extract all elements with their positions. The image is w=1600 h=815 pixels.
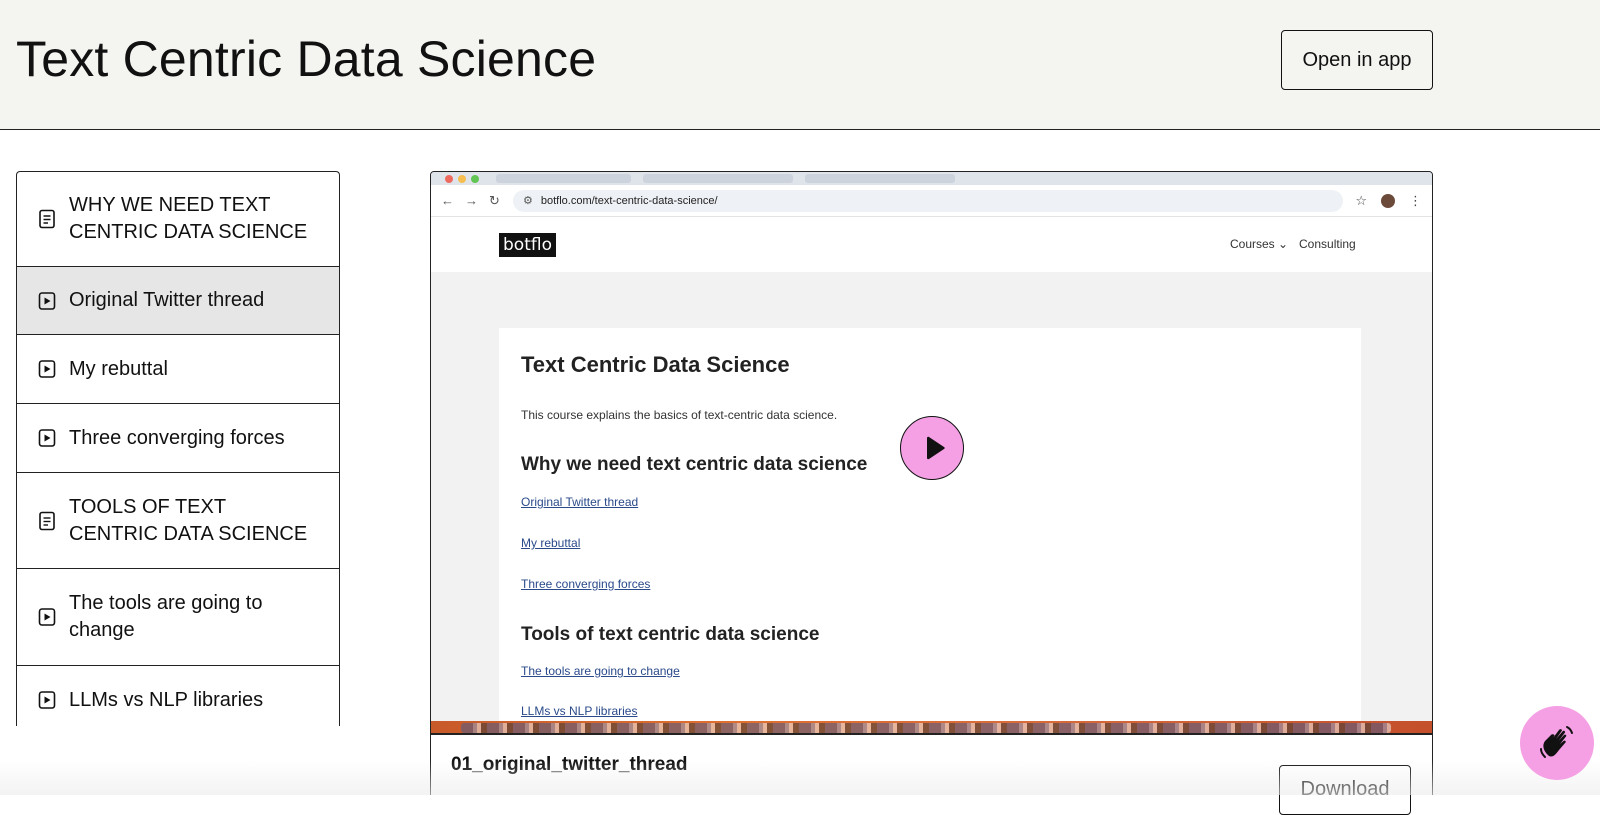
course-link: The tools are going to change xyxy=(521,664,680,678)
section-heading: Tools of text centric data science xyxy=(521,624,820,645)
video-icon xyxy=(37,607,57,627)
back-arrow-icon: ← xyxy=(441,193,454,208)
play-icon xyxy=(927,436,945,460)
minimize-dot-icon xyxy=(458,174,466,183)
site-navigation: botflo Courses ⌄ Consulting xyxy=(431,217,1432,272)
video-icon xyxy=(37,690,57,710)
sidebar-item-original-twitter-thread[interactable]: Original Twitter thread xyxy=(17,267,339,335)
page-header: Text Centric Data Science Open in app xyxy=(0,0,1600,130)
browser-tab xyxy=(643,174,793,183)
video-icon xyxy=(37,428,57,448)
sidebar-item-label: TOOLS OF TEXT CENTRIC DATA SCIENCE xyxy=(69,495,308,545)
bookmark-star-icon: ☆ xyxy=(1355,192,1367,208)
dock-strip xyxy=(431,721,1432,733)
lesson-sidebar: WHY WE NEED TEXT CENTRIC DATA SCIENCE Or… xyxy=(16,171,340,726)
browser-url-bar: ← → ↻ ⚙ botflo.com/text-centric-data-sci… xyxy=(431,185,1432,217)
nav-consulting: Consulting xyxy=(1299,237,1356,251)
sidebar-item-label: Original Twitter thread xyxy=(69,289,265,311)
play-button[interactable] xyxy=(900,416,964,480)
file-name: 01_original_twitter_thread xyxy=(451,754,688,775)
page-title: Text Centric Data Science xyxy=(16,31,597,87)
course-title: Text Centric Data Science xyxy=(521,352,790,377)
waving-hand-icon xyxy=(1540,726,1573,758)
dock-icons xyxy=(461,723,1391,733)
address-field: ⚙ botflo.com/text-centric-data-science/ xyxy=(513,189,1344,212)
reload-icon: ↻ xyxy=(489,192,500,208)
url-text: botflo.com/text-centric-data-science/ xyxy=(540,194,718,207)
browser-tab xyxy=(805,174,955,183)
sidebar-item-tools[interactable]: TOOLS OF TEXT CENTRIC DATA SCIENCE xyxy=(17,473,339,569)
nav-courses: Courses ⌄ xyxy=(1230,237,1289,251)
course-card: Text Centric Data Science This course ex… xyxy=(499,328,1361,733)
browser-tab-strip xyxy=(431,172,1432,185)
forward-arrow-icon: → xyxy=(465,193,478,208)
sidebar-item-llms-vs-nlp[interactable]: LLMs vs NLP libraries xyxy=(17,666,339,726)
site-logo: botflo xyxy=(499,233,556,257)
course-link: My rebuttal xyxy=(521,536,581,550)
course-link: LLMs vs NLP libraries xyxy=(521,704,638,718)
video-player[interactable]: ← → ↻ ⚙ botflo.com/text-centric-data-sci… xyxy=(430,171,1433,734)
open-in-app-button[interactable]: Open in app xyxy=(1281,30,1433,90)
video-icon xyxy=(37,359,57,379)
section-heading: Why we need text centric data science xyxy=(521,454,868,475)
document-icon xyxy=(37,209,57,229)
sidebar-item-why-we-need[interactable]: WHY WE NEED TEXT CENTRIC DATA SCIENCE xyxy=(17,172,339,267)
close-dot-icon xyxy=(445,174,453,183)
course-description: This course explains the basics of text-… xyxy=(521,408,838,422)
sidebar-item-label: My rebuttal xyxy=(69,357,168,380)
profile-avatar xyxy=(1381,193,1395,208)
course-link: Original Twitter thread xyxy=(521,495,639,509)
sidebar-item-label: LLMs vs NLP libraries xyxy=(69,688,264,711)
browser-tab xyxy=(496,174,631,183)
sidebar-item-three-converging-forces[interactable]: Three converging forces xyxy=(17,404,339,473)
site-settings-icon: ⚙ xyxy=(523,195,533,207)
sidebar-item-tools-change[interactable]: The tools are going to change xyxy=(17,569,339,666)
download-button[interactable]: Download xyxy=(1279,765,1411,815)
document-icon xyxy=(37,511,57,531)
sidebar-item-label: Three converging forces xyxy=(69,426,285,449)
file-info-row: 01_original_twitter_thread Download xyxy=(430,734,1433,815)
site-content-area: Text Centric Data Science This course ex… xyxy=(431,272,1432,733)
sidebar-item-label: The tools are going to change xyxy=(69,592,263,641)
maximize-dot-icon xyxy=(471,174,479,183)
video-icon xyxy=(37,291,57,311)
sidebar-item-my-rebuttal[interactable]: My rebuttal xyxy=(17,335,339,404)
sidebar-item-label: WHY WE NEED TEXT CENTRIC DATA SCIENCE xyxy=(69,194,308,243)
help-wave-button[interactable] xyxy=(1520,706,1594,780)
kebab-menu-icon: ⋮ xyxy=(1409,192,1422,208)
course-link: Three converging forces xyxy=(521,577,651,591)
